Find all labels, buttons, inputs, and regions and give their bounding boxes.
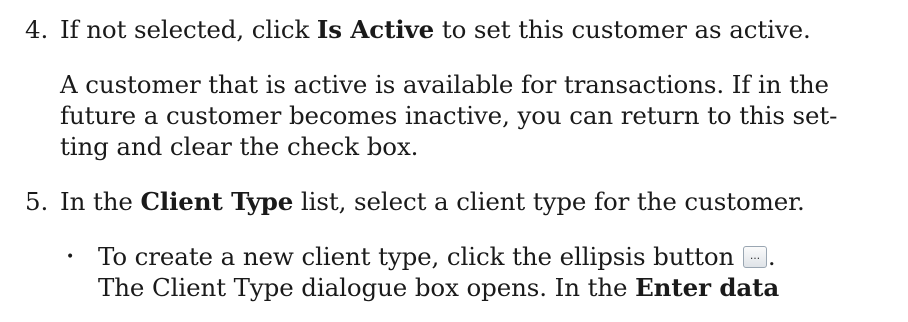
bullet-line-1: To create a new client type, click the e… — [98, 243, 776, 271]
step-5-text-post: list, select a client type for the custo… — [293, 187, 805, 216]
step-4-para-line-3: ting and clear the check box. — [60, 132, 419, 161]
ellipsis-glyph: ... — [749, 249, 761, 262]
bullet-marker: • — [66, 249, 75, 265]
ellipsis-button-icon: ... — [742, 246, 767, 268]
step-5-number: 5. — [25, 187, 49, 216]
bullet-line-2-text: The Client Type dialogue box opens. In t… — [98, 273, 636, 302]
bullet-line-1-end: . — [767, 242, 776, 271]
step-4-number: 4. — [25, 15, 49, 44]
step-4-text-post: to set this customer as active. — [434, 15, 811, 44]
step-4-para-line-2: future a customer becomes inactive, you … — [60, 101, 838, 130]
step-4-text-pre: If not selected, click — [60, 15, 317, 44]
step-4-instruction: If not selected, click Is Active to set … — [60, 16, 811, 44]
step-5-instruction: In the Client Type list, select a client… — [60, 188, 805, 216]
step-4-para-line-1: A customer that is active is available f… — [60, 70, 829, 99]
client-type-label: Client Type — [140, 187, 294, 216]
enter-data-label: Enter data — [635, 273, 780, 302]
is-active-label: Is Active — [316, 15, 435, 44]
step-5-text-pre: In the — [60, 187, 141, 216]
bullet-line-2: The Client Type dialogue box opens. In t… — [98, 274, 779, 302]
bullet-line-1-text: To create a new client type, click the e… — [98, 242, 742, 271]
